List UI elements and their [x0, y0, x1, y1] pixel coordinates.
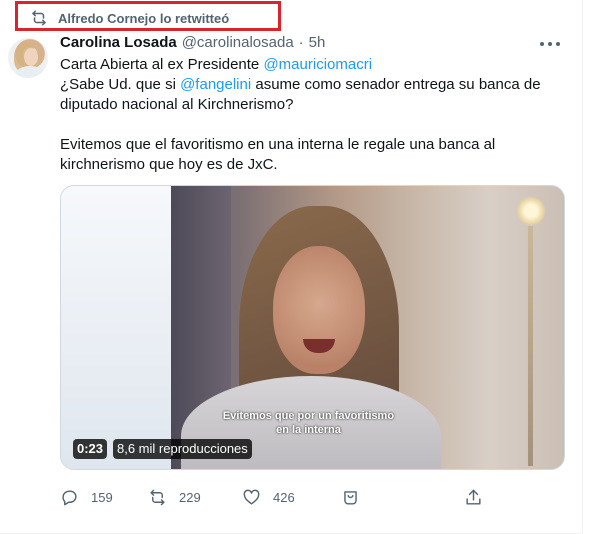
text-line: asume como senador entrega su banca de: [251, 76, 541, 93]
share-icon: [466, 489, 481, 505]
avatar[interactable]: [8, 38, 48, 78]
retweet-button[interactable]: 229: [148, 488, 201, 507]
reply-icon: [62, 490, 77, 506]
text-line: Evitemos que el favoritismo en una inter…: [60, 136, 496, 153]
retweet-context-text: Alfredo Cornejo lo retwitteó: [58, 10, 230, 26]
text-line: ¿Sabe Ud. que si: [60, 76, 181, 93]
reply-count: 159: [91, 490, 113, 505]
more-dot-icon: [540, 42, 544, 46]
video-person-face: [273, 246, 365, 374]
mention-link-fangelini[interactable]: @fangelini: [180, 76, 251, 93]
text-line: kirchnerismo que hoy es de JxC.: [60, 156, 278, 173]
video-duration-badge: 0:23: [73, 439, 108, 459]
retweet-icon: [32, 10, 46, 26]
timeline-divider: [582, 0, 583, 534]
like-count: 426: [273, 490, 295, 505]
mention-link-mauriciomacri[interactable]: @mauriciomacri: [263, 56, 372, 73]
like-button[interactable]: 426: [242, 488, 295, 507]
tweet-actions: 159 229 426: [60, 482, 565, 516]
more-dot-icon: [556, 42, 560, 46]
separator-dot: ·: [298, 34, 304, 51]
more-dot-icon: [548, 42, 552, 46]
tweet-text: Carta Abierta al ex Presidente @mauricio…: [60, 55, 565, 175]
text-line: diputado nacional al Kirchnerismo?: [60, 96, 294, 113]
tweet-time[interactable]: 5h: [309, 34, 326, 51]
tweet-header: Carolina Losada @carolinalosada · 5h: [60, 34, 325, 51]
share-button[interactable]: [464, 488, 483, 507]
more-options-button[interactable]: [540, 40, 560, 48]
retweet-count: 229: [179, 490, 201, 505]
text-line: Carta Abierta al ex Presidente: [60, 56, 264, 73]
video-player[interactable]: Evitemos que por un favoritismo en la in…: [60, 185, 565, 470]
heart-icon: [243, 489, 260, 505]
video-lamp: [516, 196, 546, 226]
retweet-icon: [150, 489, 165, 506]
subtitle-line: en la interna: [276, 424, 341, 436]
retweet-context[interactable]: Alfredo Cornejo lo retwitteó: [30, 9, 229, 27]
author-handle[interactable]: @carolinalosada: [182, 34, 294, 51]
tip-jar-icon: [344, 491, 357, 505]
subtitle-line: Evitemos que por un favoritismo: [222, 410, 395, 422]
video-views-badge: 8,6 mil reproducciones: [113, 439, 252, 459]
video-subtitles: Evitemos que por un favoritismo en la in…: [61, 409, 564, 437]
author-name[interactable]: Carolina Losada: [60, 34, 177, 51]
tip-button[interactable]: [341, 488, 360, 507]
reply-button[interactable]: 159: [60, 488, 113, 507]
